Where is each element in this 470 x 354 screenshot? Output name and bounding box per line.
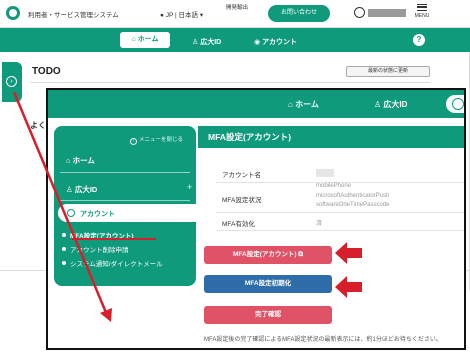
mfa-enabled-label: MFA有効化 xyxy=(222,221,255,228)
person-icon: ♙ xyxy=(66,185,73,194)
person-icon: ♙ xyxy=(192,39,199,46)
account-icon xyxy=(67,209,75,217)
user-name-redacted[interactable] xyxy=(368,9,406,17)
section-heading-partial: よく xyxy=(30,121,46,130)
close-icon: ‹ xyxy=(130,138,137,145)
home-icon: ⌂ xyxy=(288,100,293,109)
completion-check-button-label: 完了確認 xyxy=(255,311,281,318)
mfa-status-label: MFA設定状況 xyxy=(222,197,262,204)
sidebar-item-koiki-id[interactable]: ♙ 広大ID xyxy=(66,184,97,195)
close-menu-label: メニューを閉じる xyxy=(139,137,184,143)
person-icon: ♙ xyxy=(374,100,382,109)
menu-label: MENU xyxy=(414,13,430,19)
user-icon[interactable] xyxy=(354,7,365,18)
nav-koiki-id-label: 広大ID xyxy=(200,39,222,46)
zoom-top-nav: ⌂ ホーム ♙ 広大ID xyxy=(48,90,464,118)
sidebar-item-home-label: ホーム xyxy=(72,156,95,165)
nav-home-tab[interactable]: ⌂ ホーム xyxy=(120,32,170,48)
chevron-down-icon: ▾ xyxy=(199,12,204,19)
contact-button-label: お問い合わせ xyxy=(280,10,317,16)
nav-home-label: ホーム xyxy=(137,36,159,43)
mfa-status-value: softwareOneTimePasscode xyxy=(316,202,390,208)
language-selector[interactable]: ● JP | 日本語 ▾ xyxy=(160,9,203,19)
sidebar-item-account[interactable]: アカウント xyxy=(58,204,196,222)
zoom-nav-koiki-id-label: 広大ID xyxy=(383,100,408,109)
nav-koiki-id-tab[interactable]: ♙ 広大ID xyxy=(192,37,221,47)
globe-icon: ● xyxy=(160,12,164,19)
home-icon: ⌂ xyxy=(131,36,136,43)
divider xyxy=(30,82,430,83)
logo-icon xyxy=(6,6,20,20)
external-link-icon: ⧉ xyxy=(298,251,304,258)
footer-note: MFA設定後の完了確認によるMFA設定状況の最新表示には、約1分ほどお待ちくださ… xyxy=(204,337,442,343)
divider xyxy=(216,230,464,231)
help-icon[interactable]: ? xyxy=(413,34,425,46)
zoom-nav-account-pill[interactable] xyxy=(446,95,464,113)
mfa-reset-button-label: MFA設定初期化 xyxy=(244,280,292,287)
contact-button[interactable]: お問い合わせ xyxy=(268,5,330,22)
page-title: MFA設定(アカウント) xyxy=(198,126,464,148)
mfa-settings-button-label: MFA設定(アカウント) xyxy=(232,251,297,258)
sidebar-item-home[interactable]: ⌂ ホーム xyxy=(66,155,95,166)
zoom-nav-home-tab[interactable]: ⌂ ホーム xyxy=(288,99,319,110)
mfa-reset-button[interactable]: MFA設定初期化 xyxy=(204,275,332,293)
zoom-nav-home-label: ホーム xyxy=(295,100,319,109)
sidebar-subitem-account-deletion[interactable]: アカウント削除申請 xyxy=(62,244,129,254)
home-icon: ⌂ xyxy=(66,156,71,165)
todo-title: TODO xyxy=(32,66,61,77)
divider xyxy=(60,172,190,173)
annotation-underline xyxy=(72,238,156,240)
sidebar-item-koiki-id-label: 広大ID xyxy=(74,185,98,194)
arrow-right-icon: › xyxy=(6,76,17,87)
divider xyxy=(216,212,464,213)
zoom-callout-panel: ⌂ ホーム ♙ 広大ID ‹ メニューを閉じる ⌂ ホーム ♙ 広大ID + アカ… xyxy=(46,88,466,350)
completion-check-button[interactable]: 完了確認 xyxy=(204,306,332,324)
mfa-status-values: mobilePhone microsoftAuthenticatorPush s… xyxy=(316,182,389,211)
mfa-status-value: mobilePhone xyxy=(316,183,352,189)
nav-account-tab[interactable]: ◉ アカウント xyxy=(254,37,297,47)
hamburger-icon xyxy=(417,4,427,11)
sidebar-open-tab[interactable]: › xyxy=(2,62,22,102)
menu-button[interactable]: MENU xyxy=(414,4,430,19)
nav-account-label: アカウント xyxy=(262,39,298,46)
mfa-status-value: microsoftAuthenticatorPush xyxy=(316,192,390,199)
sidebar-item-account-label: アカウント xyxy=(80,211,115,218)
expand-plus-icon[interactable]: + xyxy=(187,182,192,192)
app-header: 利用者・サービス管理システム ● JP | 日本語 ▾ 開発輸出 お問い合わせ … xyxy=(0,0,470,28)
account-name-value-redacted xyxy=(316,169,334,177)
mfa-settings-button[interactable]: MFA設定(アカウント) ⧉ xyxy=(204,246,332,264)
refresh-button-label: 最新の状態に更新 xyxy=(367,68,408,74)
language-label: JP | 日本語 xyxy=(165,12,199,19)
system-title: 利用者・サービス管理システム xyxy=(28,12,119,19)
vendor-label: 開発輸出 xyxy=(226,5,249,11)
top-nav: ⌂ ホーム ♙ 広大ID ◉ アカウント ? xyxy=(0,28,470,52)
mfa-enabled-value: 済 xyxy=(316,221,323,227)
refresh-button[interactable]: 最新の状態に更新 xyxy=(346,66,430,77)
account-icon: ◉ xyxy=(254,39,261,46)
account-name-label: アカウント名 xyxy=(222,172,261,179)
zoom-nav-koiki-id-tab[interactable]: ♙ 広大ID xyxy=(374,99,407,110)
close-menu-button[interactable]: ‹ メニューを閉じる xyxy=(130,135,183,145)
divider xyxy=(60,200,190,201)
sidebar-subitem-system-notice[interactable]: システム通知/ダイレクトメール xyxy=(62,258,163,268)
